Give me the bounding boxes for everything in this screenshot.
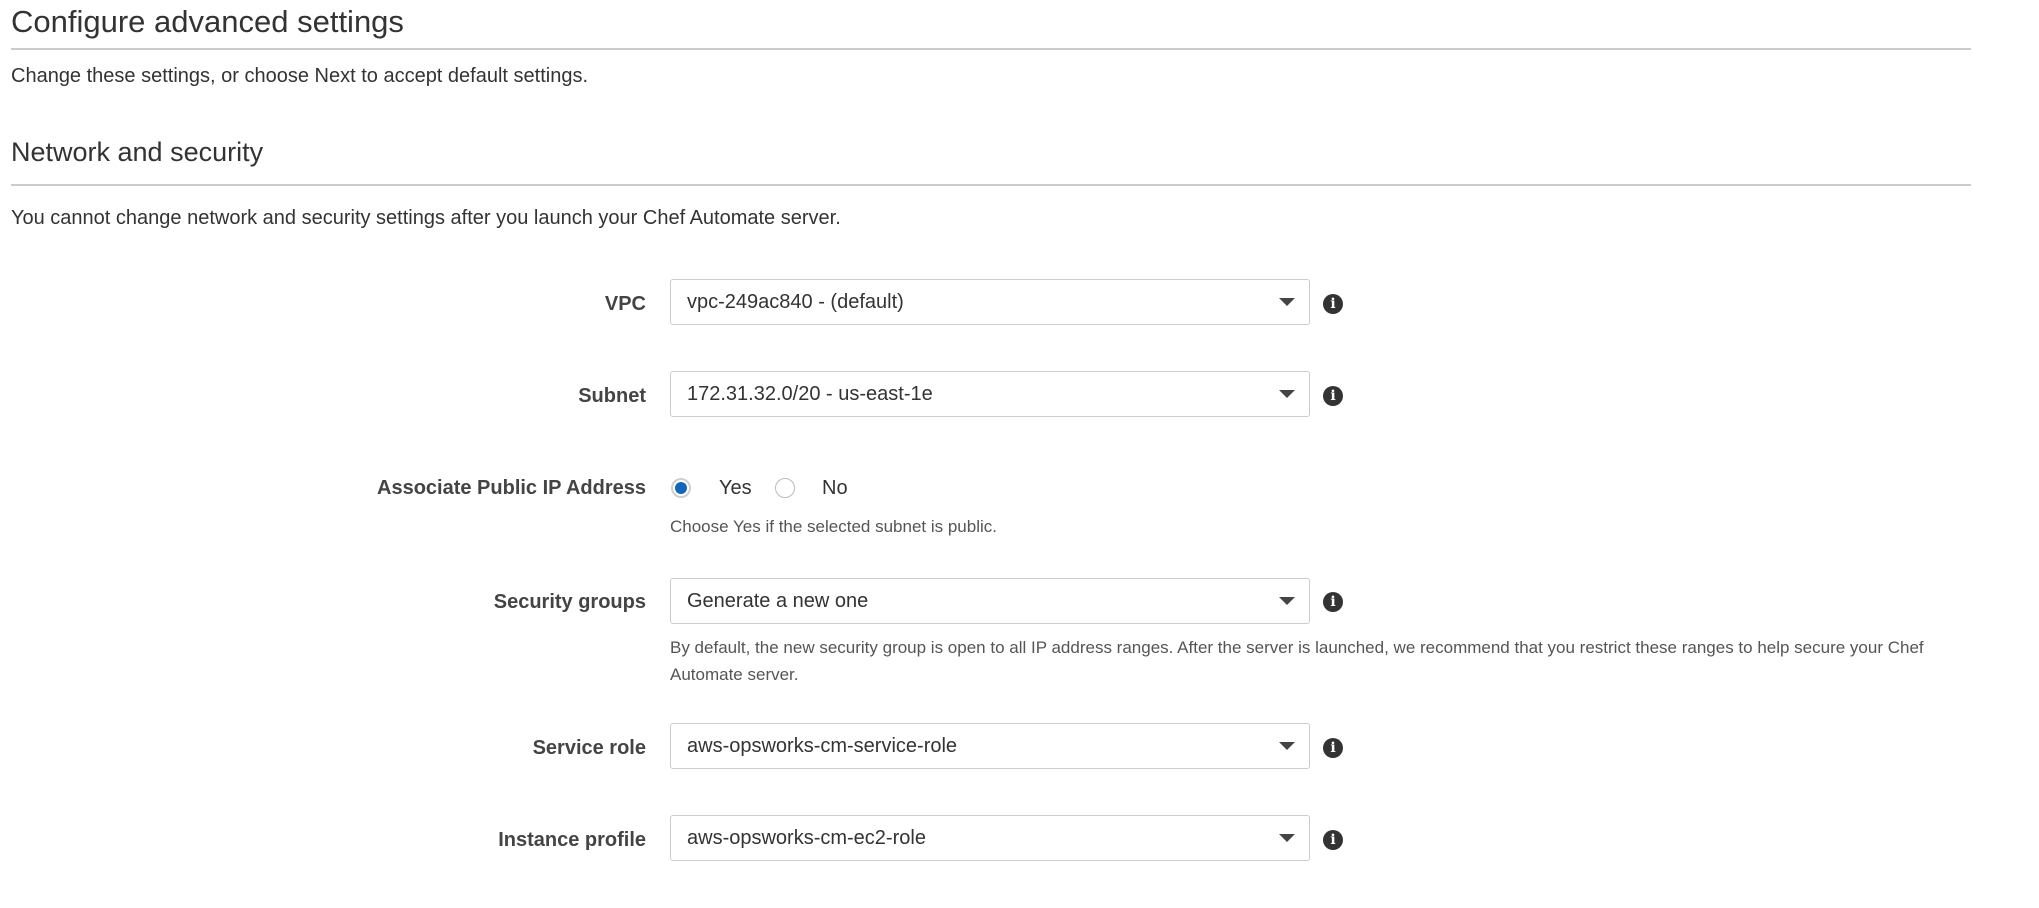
subnet-label: Subnet (578, 385, 646, 407)
instance-profile-label: Instance profile (498, 829, 646, 851)
info-icon[interactable]: i (1323, 386, 1343, 406)
info-icon[interactable]: i (1323, 592, 1343, 612)
chevron-down-icon (1279, 390, 1295, 398)
instance-profile-select[interactable]: aws-opsworks-cm-ec2-role (670, 815, 1310, 861)
public-ip-yes-radio[interactable] (671, 478, 691, 498)
instance-profile-select-value: aws-opsworks-cm-ec2-role (687, 827, 926, 849)
public-ip-yes-label[interactable]: Yes (719, 475, 752, 501)
security-groups-label: Security groups (493, 591, 646, 613)
vpc-label: VPC (604, 293, 646, 315)
subnet-select-value: 172.31.32.0/20 - us-east-1e (687, 383, 933, 405)
service-role-label: Service role (532, 737, 646, 759)
public-ip-help: Choose Yes if the selected subnet is pub… (670, 517, 997, 536)
info-icon[interactable]: i (1323, 294, 1343, 314)
section-description: You cannot change network and security s… (11, 207, 841, 229)
public-ip-no-label[interactable]: No (822, 475, 848, 501)
page-title: Configure advanced settings (11, 4, 404, 39)
info-icon[interactable]: i (1323, 830, 1343, 850)
title-divider (11, 48, 1971, 50)
vpc-select[interactable]: vpc-249ac840 - (default) (670, 279, 1310, 325)
chevron-down-icon (1279, 742, 1295, 750)
page-subtitle: Change these settings, or choose Next to… (11, 65, 589, 87)
service-role-select-value: aws-opsworks-cm-service-role (687, 735, 958, 757)
vpc-select-value: vpc-249ac840 - (default) (687, 291, 904, 313)
subnet-select[interactable]: 172.31.32.0/20 - us-east-1e (670, 371, 1310, 417)
service-role-select[interactable]: aws-opsworks-cm-service-role (670, 723, 1310, 769)
chevron-down-icon (1279, 298, 1295, 306)
public-ip-no-radio[interactable] (775, 478, 795, 498)
section-divider (11, 184, 1971, 186)
chevron-down-icon (1279, 834, 1295, 842)
section-title: Network and security (11, 137, 264, 167)
info-icon[interactable]: i (1323, 738, 1343, 758)
public-ip-label: Associate Public IP Address (377, 477, 646, 499)
security-groups-select[interactable]: Generate a new one (670, 578, 1310, 624)
security-groups-help: By default, the new security group is op… (670, 638, 1924, 684)
security-groups-select-value: Generate a new one (687, 590, 869, 612)
chevron-down-icon (1279, 597, 1295, 605)
